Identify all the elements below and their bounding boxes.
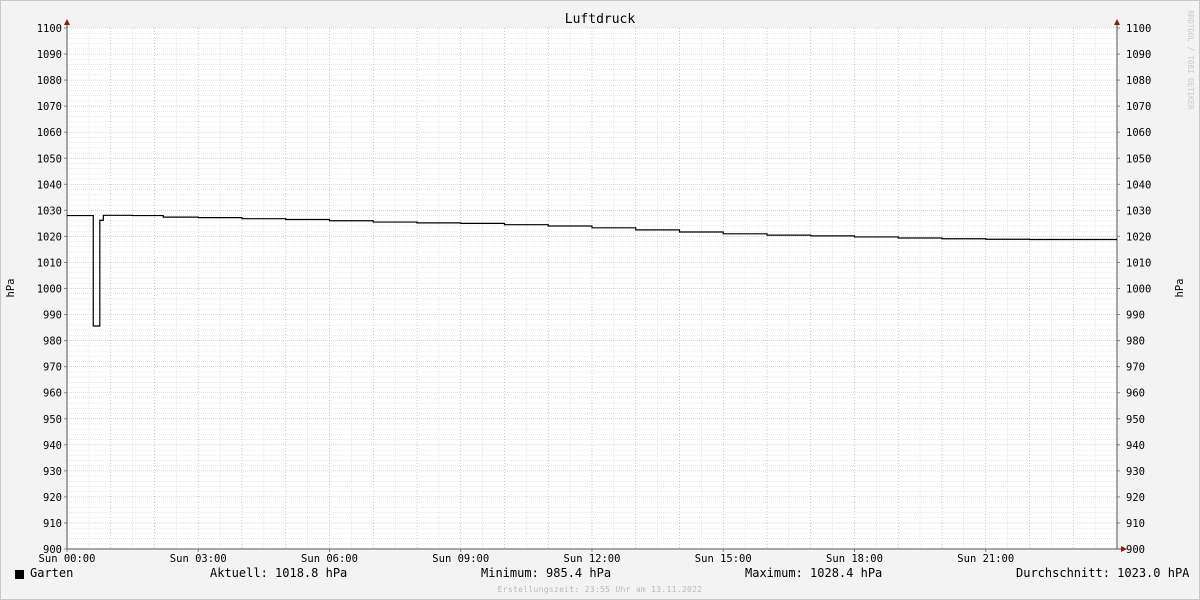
y-tick-label-left: 1020 <box>37 231 62 243</box>
y-tick-label-left: 990 <box>43 310 62 322</box>
x-tick-label: Sun 18:00 <box>826 553 883 565</box>
x-tick-label: Sun 12:00 <box>564 553 621 565</box>
x-tick-label: Sun 03:00 <box>170 553 227 565</box>
y-tick-label-left: 910 <box>43 518 62 530</box>
legend-current: Aktuell: 1018.8 hPa <box>210 566 348 580</box>
y-tick-label-left: 950 <box>43 414 62 426</box>
y-axis-label-right: hPa <box>1174 279 1186 298</box>
y-tick-label-right: 1070 <box>1126 101 1151 113</box>
y-tick-label-left: 1010 <box>37 257 62 269</box>
x-tick-label: Sun 09:00 <box>432 553 489 565</box>
y-tick-label-left: 940 <box>43 440 62 452</box>
y-tick-label-left: 1000 <box>37 284 62 296</box>
y-tick-label-left: 980 <box>43 336 62 348</box>
grid <box>67 27 1117 550</box>
y-tick-label-right: 940 <box>1126 440 1145 452</box>
y-tick-label-left: 1100 <box>37 23 62 35</box>
legend-maximum: Maximum: 1028.4 hPa <box>745 566 883 580</box>
x-tick-label: Sun 15:00 <box>695 553 752 565</box>
y-tick-label-left: 960 <box>43 388 62 400</box>
y-tick-label-right: 1050 <box>1126 153 1151 165</box>
y-tick-label-left: 1030 <box>37 205 62 217</box>
y-tick-label-right: 900 <box>1126 544 1145 556</box>
x-tick-label: Sun 00:00 <box>39 553 96 565</box>
y-tick-label-right: 910 <box>1126 518 1145 530</box>
legend-swatch <box>15 570 24 579</box>
legend: Garten Aktuell: 1018.8 hPa Minimum: 985.… <box>0 566 1200 584</box>
y-tick-label-right: 1060 <box>1126 127 1151 139</box>
y-tick-label-right: 1040 <box>1126 179 1151 191</box>
y-tick-label-left: 1050 <box>37 153 62 165</box>
y-tick-label-left: 1060 <box>37 127 62 139</box>
x-tick-label: Sun 21:00 <box>957 553 1014 565</box>
y-tick-label-left: 1090 <box>37 49 62 61</box>
watermark: RRDTOOL / TOBI OETIKER <box>1186 10 1195 110</box>
y-tick-label-right: 970 <box>1126 362 1145 374</box>
y-tick-label-right: 950 <box>1126 414 1145 426</box>
legend-minimum: Minimum: 985.4 hPa <box>481 566 612 580</box>
x-tick-label: Sun 06:00 <box>301 553 358 565</box>
y-tick-label-right: 1020 <box>1126 231 1151 243</box>
y-axis-label-left: hPa <box>5 279 17 298</box>
y-tick-label-right: 1100 <box>1126 23 1151 35</box>
y-tick-label-right: 1000 <box>1126 284 1151 296</box>
footer-timestamp: Erstellungszeit: 23:55 Uhr am 13.11.2022 <box>497 585 703 594</box>
y-tick-label-right: 980 <box>1126 336 1145 348</box>
y-tick-label-left: 970 <box>43 362 62 374</box>
y-tick-label-left: 1080 <box>37 75 62 87</box>
y-tick-label-left: 1040 <box>37 179 62 191</box>
y-tick-label-right: 960 <box>1126 388 1145 400</box>
y-axis-arrow-right <box>1114 19 1120 25</box>
legend-series-name: Garten <box>30 566 74 580</box>
y-axis-arrow-left <box>64 19 70 25</box>
y-tick-label-right: 1010 <box>1126 257 1151 269</box>
y-tick-label-left: 920 <box>43 492 62 504</box>
y-tick-label-right: 1090 <box>1126 49 1151 61</box>
y-tick-label-left: 1070 <box>37 101 62 113</box>
y-tick-label-right: 1030 <box>1126 205 1151 217</box>
legend-average: Durchschnitt: 1023.0 hPA <box>1016 566 1190 580</box>
pressure-chart: Luftdruck hPa hPa RRDTOOL / TOBI OETIKER… <box>5 10 1195 565</box>
y-tick-label-right: 920 <box>1126 492 1145 504</box>
chart-title: Luftdruck <box>565 12 636 27</box>
y-tick-label-right: 1080 <box>1126 75 1151 87</box>
y-tick-label-right: 990 <box>1126 310 1145 322</box>
y-tick-label-right: 930 <box>1126 466 1145 478</box>
y-tick-label-left: 930 <box>43 466 62 478</box>
